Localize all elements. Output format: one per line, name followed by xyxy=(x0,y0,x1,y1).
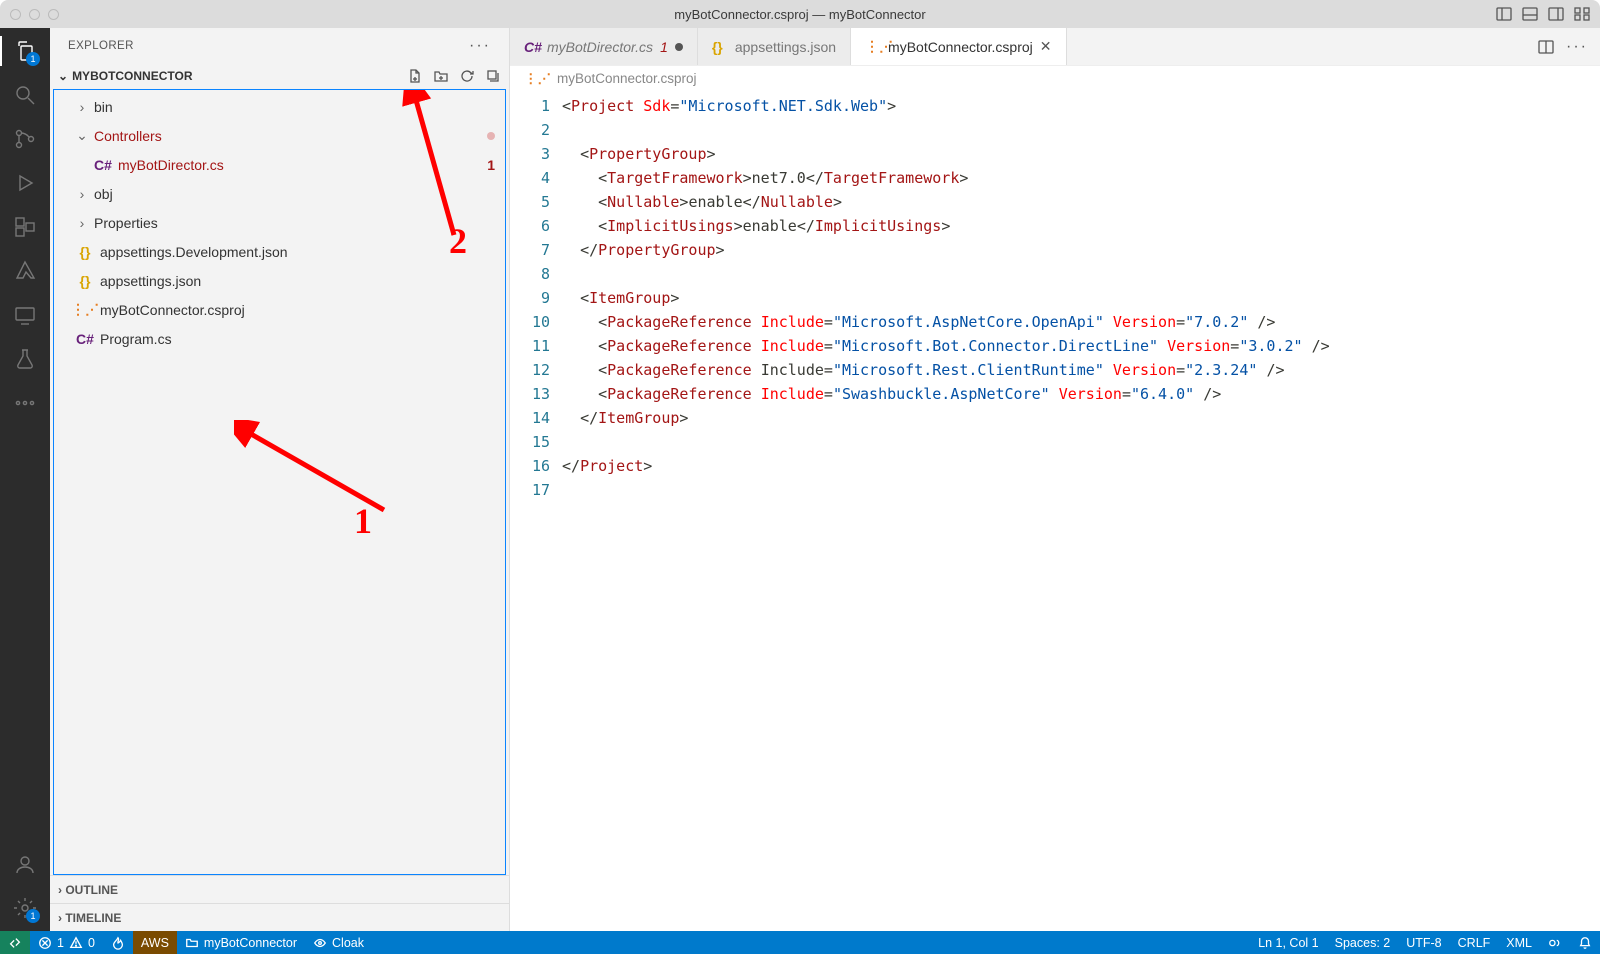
tree-file-director[interactable]: C#myBotDirector.cs1 xyxy=(54,150,505,179)
status-flame[interactable] xyxy=(103,931,133,954)
tab-csproj[interactable]: ⋮⋰ myBotConnector.csproj ✕ xyxy=(851,28,1066,65)
explorer-badge: 1 xyxy=(26,52,40,66)
line-numbers: 1234567891011121314151617 xyxy=(510,91,562,931)
tree-file-appdev[interactable]: {}appsettings.Development.json xyxy=(54,237,505,266)
tab-appsettings[interactable]: {} appsettings.json xyxy=(698,28,851,65)
extensions-activity[interactable] xyxy=(12,214,38,240)
tree-folder-bin[interactable]: ›bin xyxy=(54,92,505,121)
status-cursor-position[interactable]: Ln 1, Col 1 xyxy=(1250,936,1326,950)
eye-icon xyxy=(313,936,327,950)
layout-controls[interactable] xyxy=(1496,6,1590,22)
status-language[interactable]: XML xyxy=(1498,936,1540,950)
status-eol[interactable]: CRLF xyxy=(1450,936,1499,950)
status-folder[interactable]: myBotConnector xyxy=(177,931,305,954)
editor-tabs: C# myBotDirector.cs 1 {} appsettings.jso… xyxy=(510,28,1600,66)
explorer-activity[interactable]: 1 xyxy=(12,38,38,64)
annotation-label-1: 1 xyxy=(354,500,372,542)
debug-activity[interactable] xyxy=(12,170,38,196)
tree-folder-properties[interactable]: ›Properties xyxy=(54,208,505,237)
json-icon: {} xyxy=(712,39,728,55)
new-file-icon[interactable] xyxy=(407,68,423,84)
tab-more-icon[interactable]: ··· xyxy=(1566,38,1588,56)
modified-dot-icon xyxy=(487,132,495,140)
status-feedback[interactable] xyxy=(1540,936,1570,950)
tree-folder-controllers[interactable]: ⌄Controllers xyxy=(54,121,505,150)
customize-layout-icon[interactable] xyxy=(1574,6,1590,22)
project-name: MYBOTCONNECTOR xyxy=(72,69,192,83)
activity-bar: 1 1 xyxy=(0,28,50,931)
titlebar: myBotConnector.csproj — myBotConnector xyxy=(0,0,1600,28)
code-content[interactable]: <Project Sdk="Microsoft.NET.Sdk.Web"> <P… xyxy=(562,91,1330,931)
csproj-icon: ⋮⋰ xyxy=(865,38,881,55)
csproj-icon: ⋮⋰ xyxy=(524,71,551,87)
bell-icon xyxy=(1578,936,1592,950)
split-editor-icon[interactable] xyxy=(1538,39,1554,55)
min-dot[interactable] xyxy=(29,9,40,20)
tree-file-appjson[interactable]: {}appsettings.json xyxy=(54,266,505,295)
azure-activity[interactable] xyxy=(12,258,38,284)
chevron-down-icon: ⌄ xyxy=(58,69,68,83)
accounts-activity[interactable] xyxy=(12,851,38,877)
editor-area: C# myBotDirector.cs 1 {} appsettings.jso… xyxy=(510,28,1600,931)
search-activity[interactable] xyxy=(12,82,38,108)
code-editor[interactable]: 1234567891011121314151617 <Project Sdk="… xyxy=(510,91,1600,931)
test-activity[interactable] xyxy=(12,346,38,372)
window-controls[interactable] xyxy=(10,9,59,20)
new-folder-icon[interactable] xyxy=(433,68,449,84)
max-dot[interactable] xyxy=(48,9,59,20)
remote-indicator[interactable] xyxy=(0,931,30,954)
status-indent[interactable]: Spaces: 2 xyxy=(1327,936,1399,950)
status-bar: 1 0 AWS myBotConnector Cloak Ln 1, Col 1… xyxy=(0,931,1600,954)
breadcrumb[interactable]: ⋮⋰ myBotConnector.csproj xyxy=(510,66,1600,91)
explorer-title: EXPLORER xyxy=(68,40,134,52)
toggle-secondary-sidebar-icon[interactable] xyxy=(1548,6,1564,22)
csharp-icon: C# xyxy=(524,39,540,55)
toggle-panel-icon[interactable] xyxy=(1522,6,1538,22)
window-title: myBotConnector.csproj — myBotConnector xyxy=(674,7,925,22)
tree-file-csproj[interactable]: ⋮⋰myBotConnector.csproj xyxy=(54,295,505,324)
remote-activity[interactable] xyxy=(12,302,38,328)
tree-folder-obj[interactable]: ›obj xyxy=(54,179,505,208)
warning-icon xyxy=(69,936,83,950)
status-bell[interactable] xyxy=(1570,936,1600,950)
status-aws[interactable]: AWS xyxy=(133,931,177,954)
status-encoding[interactable]: UTF-8 xyxy=(1398,936,1449,950)
close-tab-icon[interactable]: ✕ xyxy=(1040,38,1052,55)
explorer-sidebar: EXPLORER ··· ⌄ MYBOTCONNECTOR ›bin ⌄Cont… xyxy=(50,28,510,931)
tree-file-program[interactable]: C#Program.cs xyxy=(54,324,505,353)
source-control-activity[interactable] xyxy=(12,126,38,152)
tab-director[interactable]: C# myBotDirector.cs 1 xyxy=(510,28,698,65)
flame-icon xyxy=(111,936,125,950)
error-icon xyxy=(38,936,52,950)
file-tree[interactable]: ›bin ⌄Controllers C#myBotDirector.cs1 ›o… xyxy=(53,89,506,875)
status-cloak[interactable]: Cloak xyxy=(305,931,372,954)
feedback-icon xyxy=(1548,936,1562,950)
modified-indicator-icon xyxy=(675,43,683,51)
collapse-all-icon[interactable] xyxy=(485,68,501,84)
timeline-section[interactable]: › TIMELINE xyxy=(50,903,509,931)
settings-activity[interactable]: 1 xyxy=(12,895,38,921)
status-problems[interactable]: 1 0 xyxy=(30,931,103,954)
more-activity[interactable] xyxy=(12,390,38,416)
project-section-header[interactable]: ⌄ MYBOTCONNECTOR xyxy=(50,63,509,89)
folder-icon xyxy=(185,936,199,950)
settings-badge: 1 xyxy=(26,909,40,923)
explorer-more-icon[interactable]: ··· xyxy=(469,37,491,55)
refresh-icon[interactable] xyxy=(459,68,475,84)
toggle-primary-sidebar-icon[interactable] xyxy=(1496,6,1512,22)
annotation-label-2: 2 xyxy=(449,220,467,262)
outline-section[interactable]: › OUTLINE xyxy=(50,875,509,903)
close-dot[interactable] xyxy=(10,9,21,20)
